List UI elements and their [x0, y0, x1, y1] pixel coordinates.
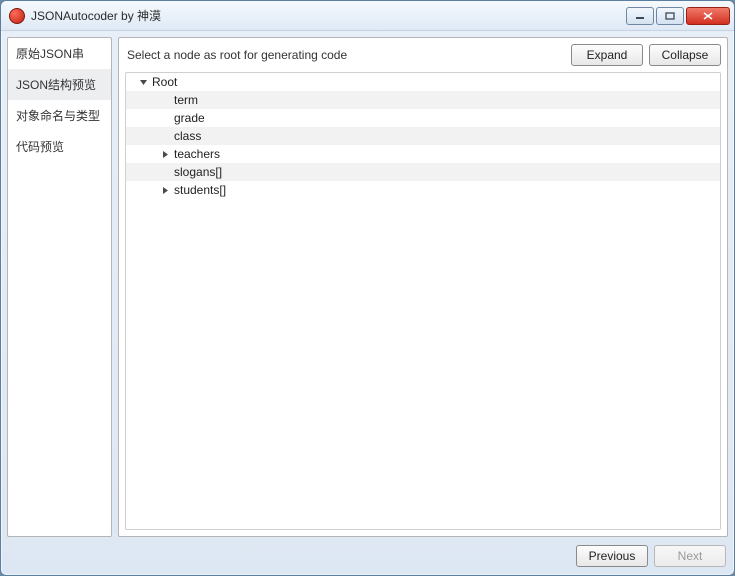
- maximize-button[interactable]: [656, 7, 684, 25]
- tree-row[interactable]: Root: [126, 73, 720, 91]
- next-button[interactable]: Next: [654, 545, 726, 567]
- tree-node-label: Root: [150, 75, 177, 89]
- tree-row[interactable]: slogans[]: [126, 163, 720, 181]
- sidebar: 原始JSON串JSON结构预览对象命名与类型代码预览: [7, 37, 112, 537]
- tree-node-label: term: [172, 93, 198, 107]
- tree-node-label: students[]: [172, 183, 226, 197]
- titlebar[interactable]: JSONAutocoder by 神漠: [1, 1, 734, 31]
- tree-row[interactable]: class: [126, 127, 720, 145]
- tree-row[interactable]: grade: [126, 109, 720, 127]
- client-area: 原始JSON串JSON结构预览对象命名与类型代码预览 Select a node…: [1, 31, 734, 575]
- chevron-down-icon[interactable]: [136, 78, 150, 87]
- tree-node-label: slogans[]: [172, 165, 222, 179]
- main-panel: Select a node as root for generating cod…: [118, 37, 728, 537]
- sidebar-item-1[interactable]: JSON结构预览: [8, 69, 111, 100]
- sidebar-item-0[interactable]: 原始JSON串: [8, 38, 111, 69]
- chevron-right-icon[interactable]: [158, 150, 172, 159]
- tree-row[interactable]: teachers: [126, 145, 720, 163]
- app-window: JSONAutocoder by 神漠 原始JSON串JSON结构预览对象命名与…: [0, 0, 735, 576]
- expand-button[interactable]: Expand: [571, 44, 643, 66]
- minimize-button[interactable]: [626, 7, 654, 25]
- tree-row[interactable]: students[]: [126, 181, 720, 199]
- sidebar-item-3[interactable]: 代码预览: [8, 131, 111, 162]
- window-title: JSONAutocoder by 神漠: [31, 7, 626, 24]
- close-button[interactable]: [686, 7, 730, 25]
- tree-node-label: grade: [172, 111, 205, 125]
- tree-view[interactable]: Root term grade class teachers slogans[] stude…: [125, 72, 721, 530]
- footer: Previous Next: [7, 543, 728, 569]
- app-icon: [9, 8, 25, 24]
- tree-node-label: class: [172, 129, 201, 143]
- sidebar-item-2[interactable]: 对象命名与类型: [8, 100, 111, 131]
- upper-panes: 原始JSON串JSON结构预览对象命名与类型代码预览 Select a node…: [7, 37, 728, 537]
- main-toolbar: Select a node as root for generating cod…: [119, 38, 727, 72]
- tree-node-label: teachers: [172, 147, 220, 161]
- chevron-right-icon[interactable]: [158, 186, 172, 195]
- tree-row[interactable]: term: [126, 91, 720, 109]
- hint-text: Select a node as root for generating cod…: [127, 48, 565, 62]
- previous-button[interactable]: Previous: [576, 545, 648, 567]
- window-controls: [626, 7, 730, 25]
- collapse-button[interactable]: Collapse: [649, 44, 721, 66]
